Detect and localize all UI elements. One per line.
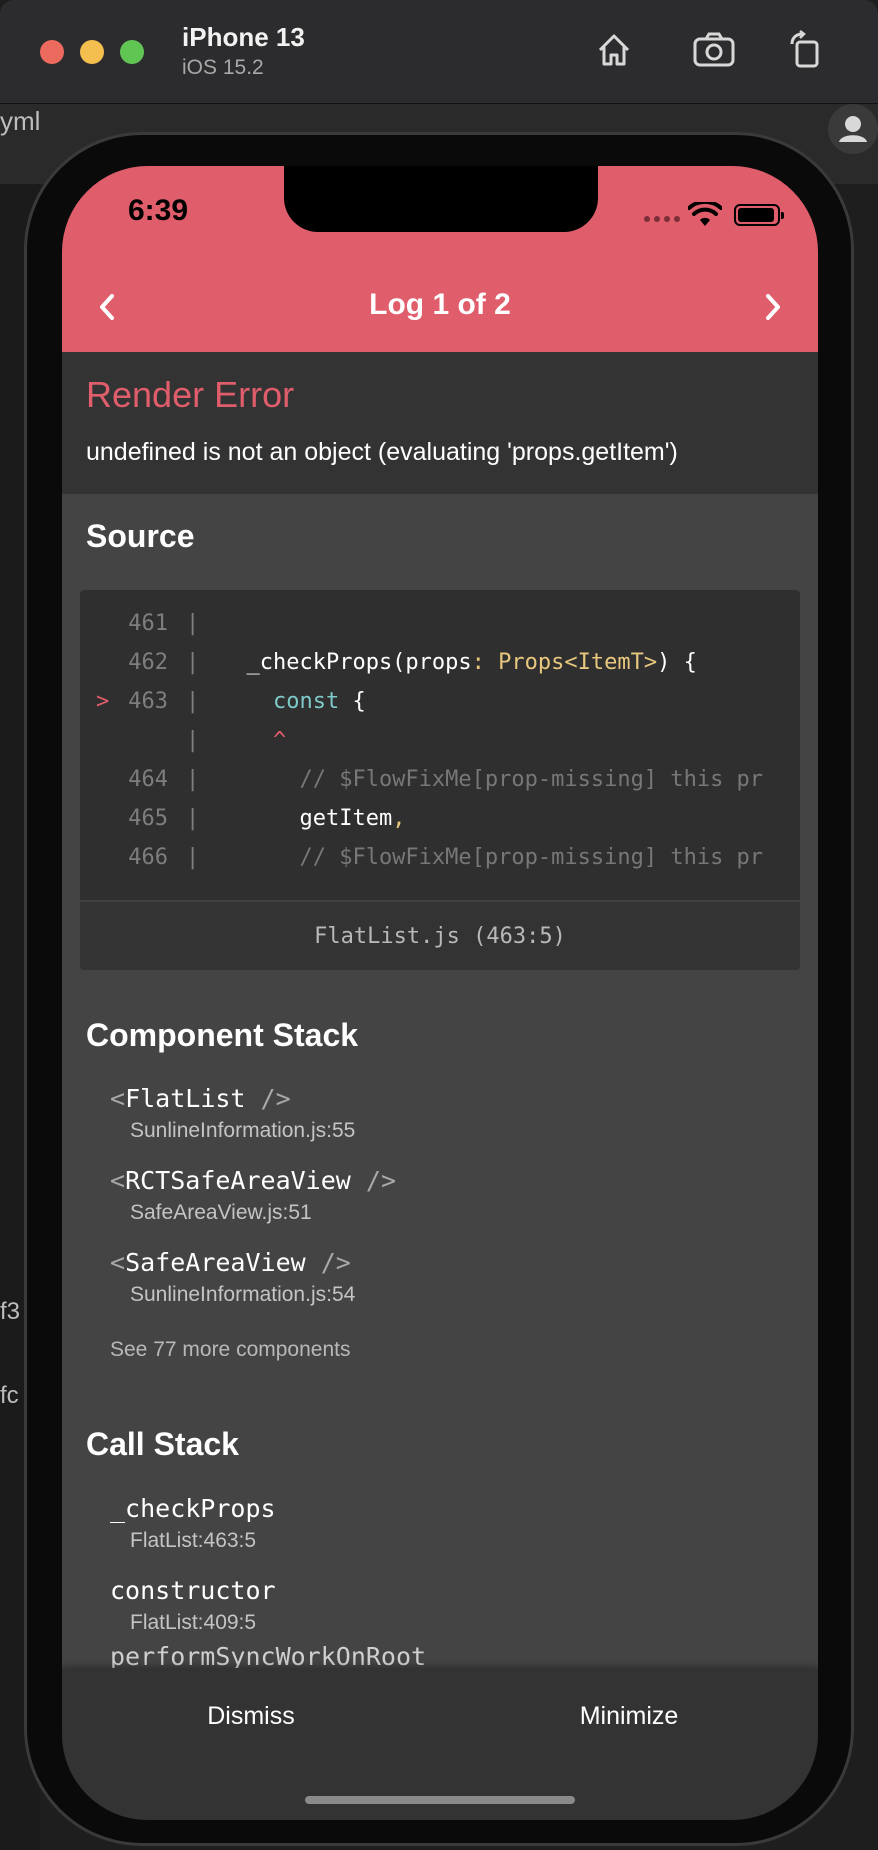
code-token: // $FlowFixMe[prop-missing] this pr <box>220 767 764 792</box>
code-token: : <box>471 650 499 675</box>
component-stack-heading: Component Stack <box>86 1017 359 1053</box>
line-number: 466 <box>128 845 168 870</box>
code-token: _checkProps(props <box>220 650 472 675</box>
frame-location: FlatList:409:5 <box>130 1611 257 1634</box>
phone-screen: 6:39 Log 1 of 2 Render Error undefined i… <box>62 166 818 1820</box>
screenshot-icon[interactable] <box>692 28 736 72</box>
next-log-button[interactable] <box>750 284 796 330</box>
code-text: ^ <box>220 723 786 759</box>
simulator-titlebar: iPhone 13 iOS 15.2 <box>0 0 878 104</box>
log-content-scroll[interactable]: Source 461 | 462 | _checkProps(props: Props… <box>62 494 818 1668</box>
code-token: const <box>220 689 340 714</box>
battery-icon <box>734 204 784 226</box>
code-token: , <box>392 806 406 831</box>
code-token: { <box>339 689 366 714</box>
source-code-line: 465 | getItem, <box>80 801 800 837</box>
source-heading: Source <box>86 518 195 554</box>
frame-name: _checkProps <box>110 1494 276 1523</box>
gutter-divider: | <box>186 728 200 753</box>
line-number: 461 <box>128 611 168 636</box>
error-header: Render Error undefined is not an object … <box>62 352 818 494</box>
os-version: iOS 15.2 <box>182 56 264 79</box>
rotate-icon[interactable] <box>784 28 828 72</box>
minimize-window-button[interactable] <box>80 40 104 64</box>
see-more-components-link[interactable]: See 77 more components <box>110 1338 350 1362</box>
frame-location: FlatList:463:5 <box>130 1529 257 1552</box>
component-name: SafeAreaView <box>125 1248 306 1277</box>
code-token: ^ <box>220 728 287 753</box>
code-text: // $FlowFixMe[prop-missing] this pr <box>220 840 786 876</box>
source-code-line: | ^ <box>80 723 800 759</box>
gutter-divider: | <box>186 806 200 831</box>
error-message: undefined is not an object (evaluating '… <box>86 438 678 466</box>
component-name: RCTSafeAreaView <box>125 1166 351 1195</box>
call-stack-frame[interactable]: constructor FlatList:409:5 <box>110 1576 276 1635</box>
close-window-button[interactable] <box>40 40 64 64</box>
component-stack-item[interactable]: <RCTSafeAreaView /> SafeAreaView.js:51 <box>110 1166 396 1225</box>
zoom-window-button[interactable] <box>120 40 144 64</box>
code-text: // $FlowFixMe[prop-missing] this pr <box>220 762 786 798</box>
call-stack-heading: Call Stack <box>86 1426 239 1462</box>
gutter-divider: | <box>186 689 200 714</box>
frame-name: constructor <box>110 1576 276 1605</box>
component-file: SunlineInformation.js:54 <box>130 1283 356 1306</box>
call-stack-frame[interactable]: _checkProps FlatList:463:5 <box>110 1494 276 1553</box>
line-number: 464 <box>128 767 168 792</box>
home-indicator[interactable] <box>305 1796 575 1804</box>
call-stack-frame-partial[interactable]: performSyncWorkOnRoot <box>110 1642 426 1668</box>
component-file: SafeAreaView.js:51 <box>130 1201 312 1224</box>
background-fragment-1: f3 <box>0 1298 21 1325</box>
background-file-fragment: yml <box>0 106 41 136</box>
status-bar: 6:39 <box>62 166 818 262</box>
error-title: Render Error <box>86 374 295 415</box>
component-stack-item[interactable]: <SafeAreaView /> SunlineInformation.js:5… <box>110 1248 355 1307</box>
gutter-divider: | <box>186 611 200 636</box>
code-text: getItem, <box>220 801 786 837</box>
gutter-divider: | <box>186 845 200 870</box>
code-text: _checkProps(props: Props<ItemT>) { <box>220 645 786 681</box>
device-name: iPhone 13 <box>182 22 305 52</box>
home-icon[interactable] <box>592 28 636 72</box>
source-code-line: >463 | const { <box>80 684 800 720</box>
code-token: ) { <box>657 650 697 675</box>
notch <box>284 166 598 232</box>
wifi-icon <box>687 199 723 233</box>
gutter-divider: | <box>186 767 200 792</box>
background-fragment-2: fc <box>0 1382 19 1409</box>
line-number: 465 <box>128 806 168 831</box>
component-stack-item[interactable]: <FlatList /> SunlineInformation.js:55 <box>110 1084 355 1143</box>
minimize-button[interactable]: Minimize <box>440 1668 818 1764</box>
dismiss-button[interactable]: Dismiss <box>62 1668 440 1764</box>
source-code-line: 462 | _checkProps(props: Props<ItemT>) { <box>80 645 800 681</box>
status-time: 6:39 <box>128 194 189 227</box>
component-file: SunlineInformation.js:55 <box>130 1119 356 1142</box>
line-number: 462 <box>128 650 168 675</box>
source-code-frame[interactable]: 461 | 462 | _checkProps(props: Props<ItemT>… <box>80 590 800 970</box>
line-number: 463 <box>128 689 168 714</box>
log-navigation-header: Log 1 of 2 <box>62 262 818 352</box>
code-token: Props<ItemT> <box>498 650 658 675</box>
code-token: getItem <box>220 806 393 831</box>
code-text: const { <box>220 684 786 720</box>
log-footer: Dismiss Minimize <box>62 1668 818 1820</box>
log-counter-title: Log 1 of 2 <box>369 288 511 321</box>
source-code-line: 461 | <box>80 606 800 642</box>
error-line-marker: > <box>96 689 110 714</box>
source-code-line: 466 | // $FlowFixMe[prop-missing] this pr <box>80 840 800 876</box>
profile-avatar-icon[interactable] <box>828 104 878 154</box>
source-code-line: 464 | // $FlowFixMe[prop-missing] this pr <box>80 762 800 798</box>
gutter-divider: | <box>186 650 200 675</box>
component-name: FlatList <box>125 1084 246 1113</box>
cellular-signal-icon <box>644 216 680 222</box>
source-file-location[interactable]: FlatList.js (463:5) <box>80 900 800 970</box>
code-token: // $FlowFixMe[prop-missing] this pr <box>220 845 764 870</box>
